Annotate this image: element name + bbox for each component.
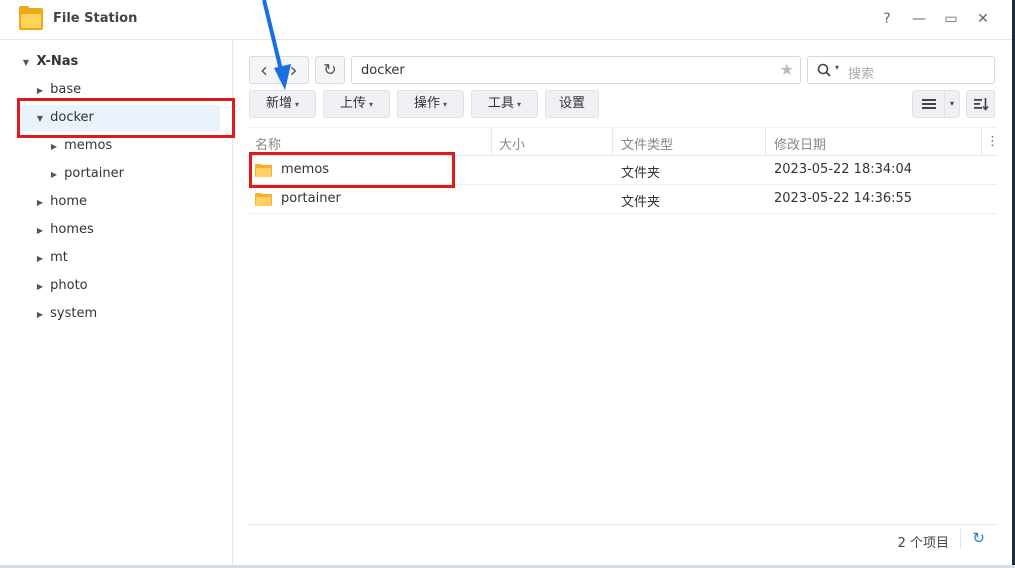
sort-button[interactable] (966, 90, 995, 118)
refresh-icon[interactable]: ↻ (972, 529, 985, 547)
tree-item-mt[interactable]: ▶ mt (34, 245, 68, 271)
file-station-icon (19, 6, 43, 30)
title-bar: File Station ? — ▭ ✕ (0, 0, 1015, 40)
highlight-box-memos (249, 152, 455, 188)
list-view-icon (921, 99, 936, 109)
item-count: 2 个项目 (897, 536, 949, 551)
column-menu-icon[interactable]: ⋮ (986, 134, 999, 149)
view-dropdown-button[interactable]: ▾ (944, 90, 960, 118)
tools-button-label: 工具 (487, 96, 514, 111)
window-title: File Station (53, 11, 138, 26)
column-header-size[interactable]: 大小 (499, 134, 525, 153)
caret-down-icon: ▾ (295, 100, 300, 109)
table-row[interactable]: portainer 文件夹 2023-05-22 14:36:55 (248, 185, 997, 214)
tree-item-label: memos (64, 138, 113, 153)
tree-item-label: homes (50, 222, 94, 237)
column-header-modified[interactable]: 修改日期 (774, 134, 826, 153)
tree-root[interactable]: ▼ X-Nas (20, 49, 78, 75)
sort-icon (973, 98, 989, 111)
tree-item-label: home (50, 194, 87, 209)
path-text: docker (361, 63, 405, 78)
tree-item-label: mt (50, 250, 68, 265)
minimize-icon[interactable]: — (910, 10, 928, 28)
tools-button[interactable]: 工具 ▾ (471, 90, 538, 118)
expand-right-icon[interactable]: ▶ (34, 302, 46, 328)
search-placeholder: 搜索 (848, 67, 875, 82)
file-modified: 2023-05-22 14:36:55 (774, 191, 913, 206)
expand-right-icon[interactable]: ▶ (34, 218, 46, 244)
expand-down-icon[interactable]: ▼ (20, 50, 32, 76)
list-view-button[interactable] (912, 90, 945, 118)
action-button-label: 操作 (413, 96, 440, 111)
upload-button[interactable]: 上传 ▾ (323, 90, 390, 118)
tree-item-system[interactable]: ▶ system (34, 301, 97, 327)
refresh-button[interactable]: ↻ (315, 56, 345, 84)
chevron-down-icon[interactable]: ▾ (835, 63, 839, 72)
status-bar: 2 个项目 ↻ (248, 524, 997, 553)
pointer-arrow-icon (262, 0, 291, 90)
search-input[interactable]: ▾ 搜索 (807, 56, 995, 84)
new-button[interactable]: 新增 ▾ (249, 90, 316, 118)
help-icon[interactable]: ? (878, 10, 896, 28)
file-type: 文件夹 (621, 166, 661, 181)
settings-button[interactable]: 设置 (545, 90, 599, 118)
folder-icon (255, 193, 272, 206)
tree-item-label: base (50, 82, 82, 97)
caret-down-icon: ▾ (369, 100, 374, 109)
star-icon[interactable]: ★ (780, 60, 794, 79)
column-header-type[interactable]: 文件类型 (621, 134, 673, 153)
file-modified: 2023-05-22 18:34:04 (774, 162, 913, 177)
path-field[interactable]: docker ★ (351, 56, 801, 84)
tree-item-label: portainer (64, 166, 124, 181)
tree-item-photo[interactable]: ▶ photo (34, 273, 88, 299)
expand-right-icon[interactable]: ▶ (34, 274, 46, 300)
caret-down-icon: ▾ (443, 100, 448, 109)
tree-item-portainer[interactable]: ▶ portainer (48, 161, 124, 187)
search-icon (817, 63, 831, 77)
action-button[interactable]: 操作 ▾ (397, 90, 464, 118)
highlight-box-docker (17, 98, 235, 138)
new-button-label: 新增 (265, 96, 292, 111)
column-header-name[interactable]: 名称 (255, 134, 281, 153)
maximize-icon[interactable]: ▭ (942, 10, 960, 28)
tree-item-label: system (50, 306, 98, 321)
file-name: portainer (281, 191, 341, 206)
expand-right-icon[interactable]: ▶ (34, 190, 46, 216)
tree-root-label: X-Nas (36, 54, 79, 69)
tree-item-label: photo (50, 278, 88, 293)
caret-down-icon: ▾ (517, 100, 522, 109)
upload-button-label: 上传 (339, 96, 366, 111)
tree-item-home[interactable]: ▶ home (34, 189, 87, 215)
tree-item-homes[interactable]: ▶ homes (34, 217, 94, 243)
expand-right-icon[interactable]: ▶ (34, 246, 46, 272)
file-type: 文件夹 (621, 195, 661, 210)
close-icon[interactable]: ✕ (974, 10, 992, 28)
expand-right-icon[interactable]: ▶ (48, 162, 60, 188)
